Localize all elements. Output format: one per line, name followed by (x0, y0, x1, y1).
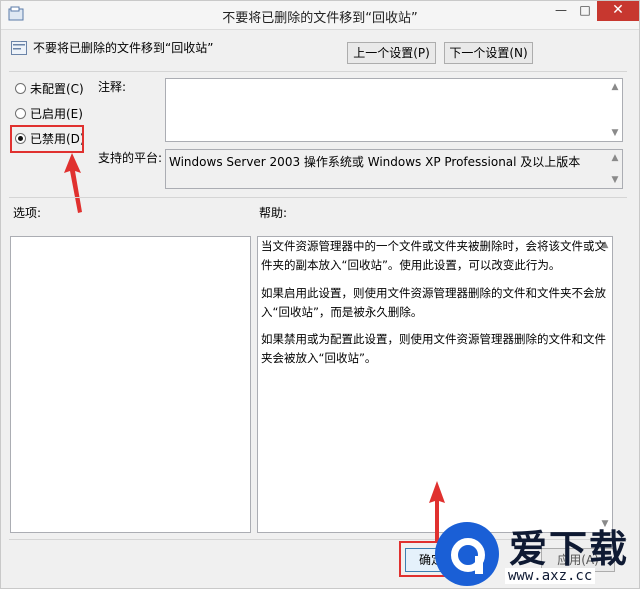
disabled-highlight-box (10, 125, 84, 153)
scroll-down-icon[interactable]: ▼ (610, 175, 620, 185)
title-bar: 不要将已删除的文件移到“回收站” — □ ✕ (1, 1, 639, 30)
radio-enabled[interactable]: 已启用(E) (15, 105, 83, 123)
maximize-button[interactable]: □ (573, 1, 597, 21)
section-divider (9, 197, 627, 198)
window-title: 不要将已删除的文件移到“回收站” (222, 11, 418, 26)
header-divider (9, 71, 627, 72)
scroll-up-icon[interactable]: ▲ (610, 82, 620, 92)
platform-value: Windows Server 2003 操作系统或 Windows XP Pro… (169, 155, 581, 169)
watermark-url: www.axz.cc (505, 568, 596, 584)
radio-label: 已启用(E) (30, 107, 83, 121)
watermark: 爱下载 www.axz.cc (431, 516, 640, 590)
comment-textbox[interactable]: ▲ ▼ (165, 78, 623, 142)
help-paragraph: 当文件资源管理器中的一个文件或文件夹被删除时，会将该文件或文件夹的副本放入“回收… (261, 239, 606, 272)
help-paragraph: 如果启用此设置，则使用文件资源管理器删除的文件和文件夹不会放入“回收站”，而是被… (261, 286, 606, 319)
red-arrow-up-annotation (64, 153, 82, 213)
scroll-down-icon[interactable]: ▼ (610, 128, 620, 138)
platform-label: 支持的平台: (98, 151, 163, 165)
watermark-brand: 爱下载 (509, 527, 630, 571)
comment-label: 注释: (98, 80, 127, 94)
policy-setting-icon (11, 41, 27, 55)
radio-circle[interactable] (15, 83, 26, 94)
options-panel (10, 236, 251, 533)
options-label: 选项: (13, 206, 42, 220)
minimize-button[interactable]: — (549, 1, 573, 21)
radio-label: 未配置(C) (30, 82, 84, 96)
radio-circle[interactable] (15, 108, 26, 119)
next-setting-button[interactable]: 下一个设置(N) (444, 42, 533, 64)
help-label: 帮助: (259, 206, 288, 220)
radio-not-configured[interactable]: 未配置(C) (15, 80, 84, 98)
previous-setting-button[interactable]: 上一个设置(P) (347, 42, 436, 64)
scroll-up-icon[interactable]: ▲ (610, 153, 620, 163)
policy-dialog: 不要将已删除的文件移到“回收站” — □ ✕ 不要将已删除的文件移到“回收站” … (0, 0, 640, 589)
brand-logo-icon (435, 522, 499, 586)
policy-name: 不要将已删除的文件移到“回收站” (33, 41, 214, 55)
help-paragraph: 如果禁用或为配置此设置，则使用文件资源管理器删除的文件和文件夹会被放入“回收站”… (261, 332, 606, 365)
close-button[interactable]: ✕ (597, 1, 639, 21)
